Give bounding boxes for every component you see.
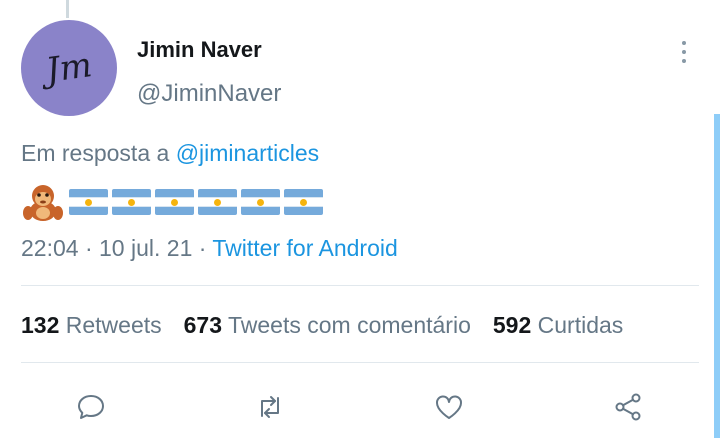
reply-icon[interactable] [69,385,113,429]
tweet-stats: 132 Retweets 673 Tweets com comentário 5… [21,312,645,339]
retweets-stat[interactable]: 132 Retweets [21,312,162,339]
argentina-flag-icon [284,189,323,215]
display-name[interactable]: Jimin Naver [137,37,262,63]
argentina-flag-icon [241,189,280,215]
quotes-label: Tweets com comentário [222,312,471,338]
user-handle[interactable]: @JiminNaver [137,80,281,108]
likes-stat[interactable]: 592 Curtidas [493,312,623,339]
tweet-meta: 22:04 · 10 jul. 21 · Twitter for Android [21,235,398,262]
argentina-flag-icon [112,189,151,215]
tweet-date: 10 jul. 21 [99,235,193,261]
action-bar [0,385,720,429]
share-icon[interactable] [606,385,650,429]
avatar-initials: Jm [43,45,95,91]
likes-label: Curtidas [531,312,624,338]
more-options-icon[interactable] [672,36,696,68]
likes-count: 592 [492,312,532,338]
reply-prefix: Em resposta a [21,140,176,166]
retweets-count: 132 [21,312,60,338]
monkey-icon [23,185,63,221]
quotes-count: 673 [183,312,223,338]
quotes-stat[interactable]: 673 Tweets com comentário [184,312,471,339]
like-icon[interactable] [427,385,471,429]
thread-connector-line [66,0,69,18]
reply-context: Em resposta a @jiminarticles [21,140,319,167]
argentina-flag-icon [198,189,237,215]
meta-separator: · [78,235,100,261]
avatar[interactable]: Jm [21,20,117,116]
divider [21,362,699,363]
reply-mention-link[interactable]: @jiminarticles [176,140,319,166]
tweet-text-emoji [21,183,323,221]
tweet-source-link[interactable]: Twitter for Android [212,235,397,261]
retweets-label: Retweets [59,312,162,338]
retweet-icon[interactable] [248,385,292,429]
meta-separator: · [192,235,213,261]
divider [21,285,699,286]
tweet-time: 22:04 [21,235,79,261]
argentina-flag-icon [69,189,108,215]
argentina-flag-icon [155,189,194,215]
